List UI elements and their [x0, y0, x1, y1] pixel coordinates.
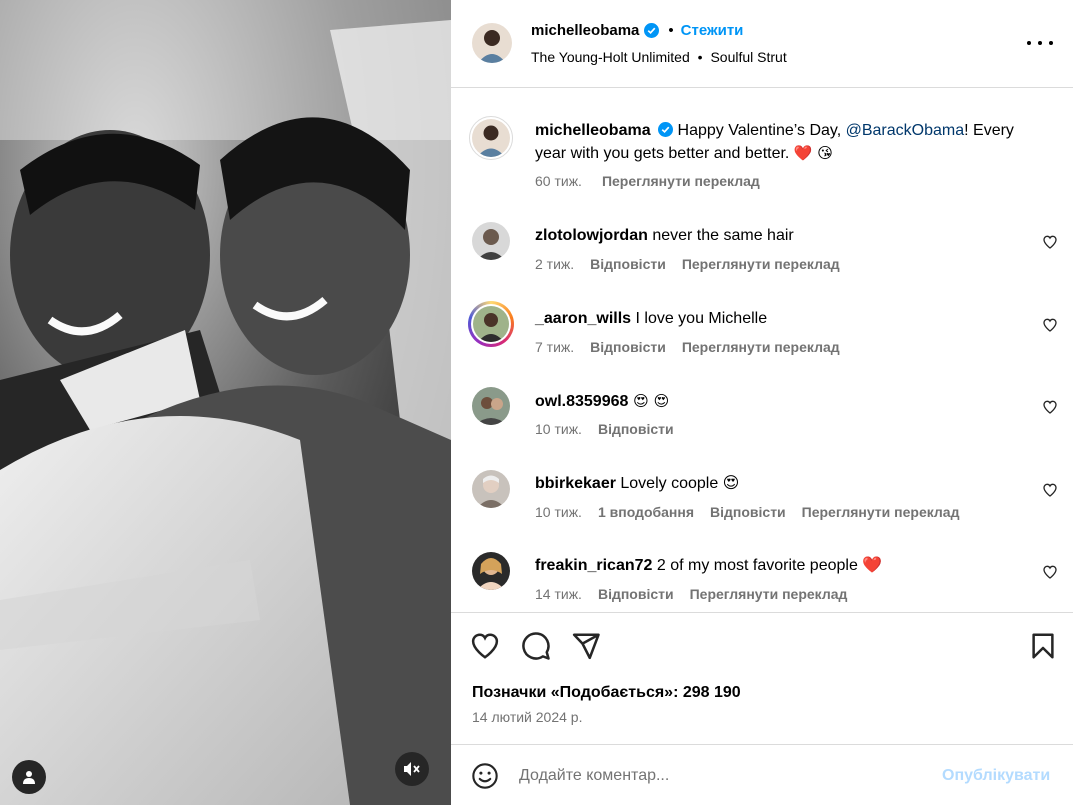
- comment-time[interactable]: 10 тиж.: [535, 504, 582, 520]
- comment-text: zlotolowjordan never the same hair: [535, 225, 794, 247]
- comment-username[interactable]: zlotolowjordan: [535, 227, 648, 244]
- audio-artist[interactable]: The Young-Holt Unlimited: [531, 49, 690, 65]
- comment-meta: 7 тиж. Відповісти Переглянути переклад: [535, 339, 840, 355]
- comment-likes-count[interactable]: 1 вподобання: [598, 504, 694, 520]
- comment-reply-link[interactable]: Відповісти: [598, 421, 674, 437]
- post-actions: Позначки «Подобається»: 298 190 14 лютий…: [451, 612, 1073, 805]
- emoji-picker-icon[interactable]: [471, 762, 499, 790]
- mute-button[interactable]: [395, 752, 429, 786]
- comment-avatar-story-ring[interactable]: [468, 301, 514, 347]
- audio-separator: •: [697, 49, 703, 65]
- like-heart-icon[interactable]: [470, 631, 500, 661]
- comment-translate-link[interactable]: Переглянути переклад: [690, 586, 848, 602]
- comment-item: freakin_rican72 2 of my most favorite pe…: [451, 552, 1073, 612]
- share-send-icon[interactable]: [571, 631, 601, 661]
- heart-icon[interactable]: [1042, 564, 1058, 580]
- comment-avatar[interactable]: [472, 222, 510, 260]
- verified-badge-icon: [644, 23, 660, 38]
- likes-count[interactable]: Позначки «Подобається»: 298 190: [472, 684, 741, 702]
- comment-time[interactable]: 10 тиж.: [535, 421, 582, 437]
- more-dot-icon: [1027, 41, 1031, 45]
- caption-time[interactable]: 60 тиж.: [535, 173, 582, 189]
- comment-body: 😍 😍: [628, 392, 670, 410]
- comment-reply-link[interactable]: Відповісти: [590, 339, 666, 355]
- audio-track[interactable]: Soulful Strut: [710, 49, 786, 65]
- comment-translate-link[interactable]: Переглянути переклад: [682, 256, 840, 272]
- author-username[interactable]: michelleobama: [531, 22, 639, 39]
- heart-icon[interactable]: [1042, 317, 1058, 333]
- heart-icon[interactable]: [1042, 482, 1058, 498]
- comment-avatar[interactable]: [472, 470, 510, 508]
- comment-translate-link[interactable]: Переглянути переклад: [682, 339, 840, 355]
- more-dot-icon: [1038, 41, 1042, 45]
- post-photo: [0, 0, 451, 805]
- comment-username[interactable]: owl.8359968: [535, 393, 628, 410]
- comment-meta: 10 тиж. 1 вподобання Відповісти Переглян…: [535, 504, 959, 520]
- caption-mention-link[interactable]: @BarackObama: [846, 122, 965, 139]
- more-dot-icon: [1049, 41, 1053, 45]
- comment-time[interactable]: 2 тиж.: [535, 256, 574, 272]
- comment-text: owl.8359968 😍 😍: [535, 390, 669, 413]
- caption-username[interactable]: michelleobama: [535, 122, 651, 139]
- post-panel: michelleobama • Стежити The Young-Holt U…: [451, 0, 1073, 805]
- heart-icon[interactable]: [1042, 234, 1058, 250]
- more-options-button[interactable]: [1027, 36, 1053, 50]
- comment-username[interactable]: bbirkekaer: [535, 475, 616, 492]
- audio-info[interactable]: The Young-Holt Unlimited • Soulful Strut: [531, 49, 787, 65]
- follow-button[interactable]: Стежити: [681, 22, 744, 39]
- comment-item: bbirkekaer Lovely coople 😍 10 тиж. 1 впо…: [451, 470, 1073, 550]
- caption-emoji: ❤️ 😘: [793, 144, 833, 162]
- bookmark-save-icon[interactable]: [1028, 631, 1058, 661]
- comment-meta: 2 тиж. Відповісти Переглянути переклад: [535, 256, 840, 272]
- post-media[interactable]: [0, 0, 451, 805]
- comment-time[interactable]: 7 тиж.: [535, 339, 574, 355]
- comments-list[interactable]: michelleobama Happy Valentine’s Day, @Ba…: [451, 89, 1073, 612]
- comment-text: _aaron_wills I love you Michelle: [535, 308, 767, 330]
- caption-translate-link[interactable]: Переглянути переклад: [602, 173, 760, 189]
- comment-item: _aaron_wills I love you Michelle 7 тиж. …: [451, 301, 1073, 385]
- caption-body-start: Happy Valentine’s Day,: [673, 122, 846, 139]
- caption-meta: 60 тиж. Переглянути переклад: [535, 173, 760, 189]
- verified-badge-icon: [658, 122, 674, 137]
- comment-text: bbirkekaer Lovely coople 😍: [535, 473, 739, 495]
- comment-body: 2 of my most favorite people ❤️: [652, 557, 883, 574]
- comment-username[interactable]: _aaron_wills: [535, 310, 631, 327]
- comment-bubble-icon[interactable]: [521, 631, 551, 661]
- caption-text: michelleobama Happy Valentine’s Day, @Ba…: [535, 119, 1045, 165]
- header-title-row: michelleobama • Стежити: [531, 22, 743, 39]
- publish-button[interactable]: Опублікувати: [942, 767, 1050, 785]
- comment-body: Lovely coople 😍: [615, 475, 740, 492]
- comment-body: I love you Michelle: [631, 310, 768, 327]
- comment-item: owl.8359968 😍 😍 10 тиж. Відповісти: [451, 387, 1073, 467]
- heart-icon[interactable]: [1042, 399, 1058, 415]
- comment-avatar[interactable]: [472, 387, 510, 425]
- comment-meta: 10 тиж. Відповісти: [535, 421, 674, 437]
- comment-item: zlotolowjordan never the same hair 2 тиж…: [451, 222, 1073, 302]
- comment-username[interactable]: freakin_rican72: [535, 557, 652, 574]
- comment-reply-link[interactable]: Відповісти: [590, 256, 666, 272]
- comment-text: freakin_rican72 2 of my most favorite pe…: [535, 555, 882, 577]
- comment-input[interactable]: [519, 759, 929, 793]
- comment-meta: 14 тиж. Відповісти Переглянути переклад: [535, 586, 847, 602]
- post-date[interactable]: 14 лютий 2024 р.: [472, 709, 582, 725]
- speaker-muted-icon: [404, 762, 420, 776]
- user-icon: [23, 771, 35, 784]
- comment-body: never the same hair: [647, 227, 794, 244]
- author-avatar[interactable]: [472, 23, 512, 63]
- header-separator: •: [668, 22, 674, 39]
- post-header: michelleobama • Стежити The Young-Holt U…: [451, 0, 1073, 88]
- comment-avatar[interactable]: [472, 552, 510, 590]
- caption-avatar[interactable]: [469, 116, 513, 160]
- add-comment-form: Опублікувати: [451, 744, 1073, 805]
- comment-reply-link[interactable]: Відповісти: [598, 586, 674, 602]
- tagged-users-button[interactable]: [12, 760, 46, 794]
- comment-reply-link[interactable]: Відповісти: [710, 504, 786, 520]
- comment-translate-link[interactable]: Переглянути переклад: [802, 504, 960, 520]
- comment-time[interactable]: 14 тиж.: [535, 586, 582, 602]
